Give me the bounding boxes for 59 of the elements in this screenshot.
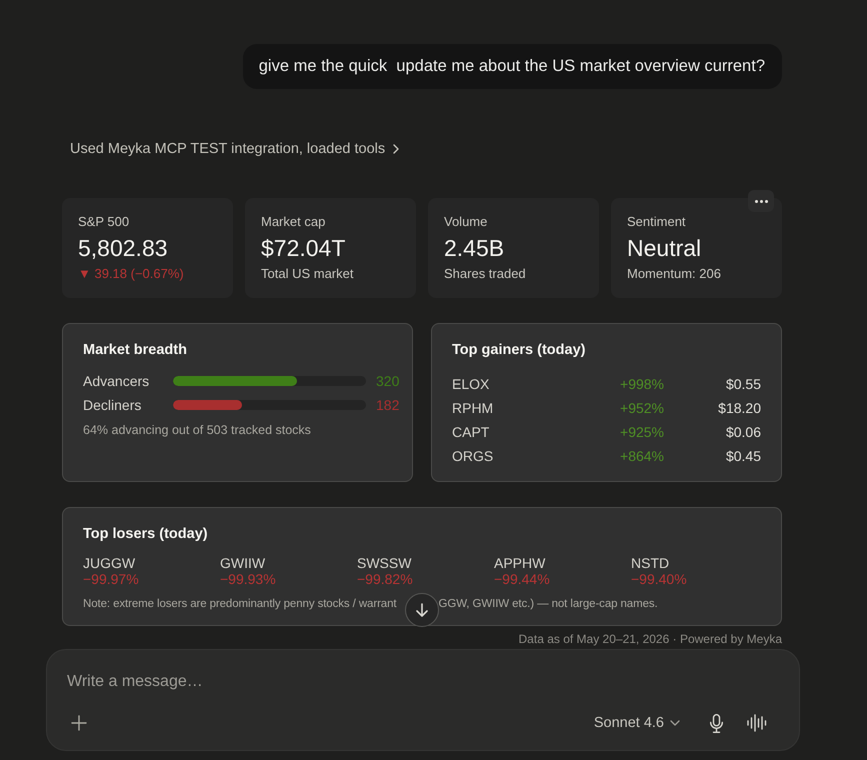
percent-change: −99.40% [631,571,688,587]
breadth-label: Advancers [83,372,150,390]
arrow-down-icon [416,603,428,617]
tool-use-toggle[interactable]: Used Meyka MCP TEST integration, loaded tools [70,139,400,159]
stat-value: 2.45B [444,234,506,262]
add-button[interactable] [71,715,87,731]
microphone-button[interactable] [710,714,723,732]
stat-value: $72.04T [261,234,346,262]
percent-change: −99.93% [220,571,277,587]
price: $0.45 [724,447,761,465]
model-selector[interactable]: Sonnet 4.6 [594,713,680,733]
stat-caption: ▼ 39.18 (−0.67%) [78,266,185,282]
voice-mode-button[interactable] [747,714,767,732]
breadth-label: Decliners [83,396,142,414]
audio-waveform-icon [747,714,767,732]
stat-label: Market cap [261,214,326,230]
percent-change: −99.44% [494,571,551,587]
ticker: CAPT [452,423,490,441]
stat-label: Volume [444,214,488,230]
breadth-count: 320 [376,372,400,390]
percent-change: +864% [619,447,664,465]
message-input[interactable]: Write a message… [67,670,779,694]
user-message: give me the quick update me about the US market overview current? [242,44,782,89]
card-title: Top gainers (today) [452,341,586,360]
ticker: NSTD [631,555,670,571]
caret-icon [670,720,680,726]
ticker: ORGS [452,447,494,465]
stat-caption: Total US market [261,266,354,282]
percent-change: −99.82% [357,571,414,587]
microphone-icon [710,714,723,732]
more-options-button[interactable] [748,190,774,212]
plus-icon [71,715,87,731]
breadth-count: 182 [376,396,400,414]
ticker: JUGGW [83,555,136,571]
stat-label: Sentiment [627,214,687,230]
ticker: SWSSW [357,555,412,571]
card-title: Market breadth [83,341,188,360]
price: $0.55 [724,375,761,393]
more-icon [754,200,768,202]
stat-value: 5,802.83 [78,234,169,262]
stat-label: S&P 500 [78,214,130,230]
card-title: Top losers (today) [83,525,209,544]
ticker: GWIIW [220,555,266,571]
data-source-note: Data as of May 20–21, 2026 · Powered by Meyka [518,632,782,647]
stat-caption: Momentum: 206 [627,266,722,282]
percent-change: −99.97% [83,571,140,587]
stat-caption: Shares traded [444,266,527,282]
stat-value: Neutral [627,234,702,262]
percent-change: +925% [619,423,664,441]
losers-note: Note: extreme losers are predominantly penny stocks / warrant [83,597,396,612]
ticker: RPHM [452,399,494,417]
ticker: APPHW [494,555,546,571]
percent-change: +998% [619,375,664,393]
losers-note: GGW, GWIIW etc.) — not large-cap names. [438,597,658,612]
price: $0.06 [724,423,761,441]
breadth-summary: 64% advancing out of 503 tracked stocks [83,422,312,438]
ticker: ELOX [452,375,490,393]
price: $18.20 [717,399,761,417]
percent-change: +952% [619,399,664,417]
